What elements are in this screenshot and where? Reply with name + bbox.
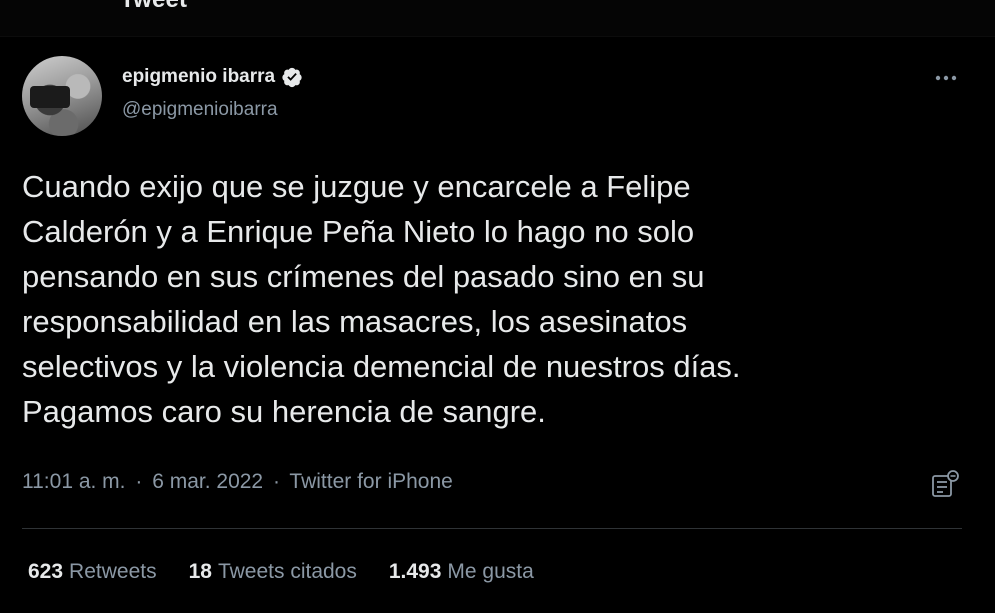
more-dots-icon[interactable] [931,68,961,88]
tweet-date[interactable]: 6 mar. 2022 [152,470,263,493]
engagement-stats: 623 Retweets 18 Tweets citados 1.493 Me gus… [28,560,566,584]
top-bar: Tweet [0,0,995,37]
tweet-time[interactable]: 11:01 a. m. [22,470,126,493]
quote-tweets-label: Tweets citados [217,560,357,583]
retweets-stat[interactable]: 623 Retweets [28,560,157,584]
divider [22,528,962,529]
analytics-icon[interactable] [929,468,961,500]
tweet-source[interactable]: Twitter for iPhone [289,470,452,493]
tweet-text: Cuando exijo que se juzgue y encarcele a… [22,169,741,429]
meta-separator: · [135,470,143,493]
avatar[interactable] [22,56,102,136]
likes-count: 1.493 [388,560,442,583]
quote-tweets-count: 18 [188,560,212,583]
likes-label: Me gusta [447,560,534,583]
likes-stat[interactable]: 1.493 Me gusta [389,560,534,584]
camera-icon [30,86,70,108]
retweets-count: 623 [28,560,64,583]
quote-tweets-stat[interactable]: 18 Tweets citados [189,560,357,584]
verified-badge-icon [281,66,303,88]
author-display-name[interactable]: epigmenio ibarra [122,66,275,88]
retweets-label: Retweets [69,560,157,583]
author-name-row[interactable]: epigmenio ibarra [122,66,303,88]
meta-separator: · [272,470,280,493]
page-title: Tweet [120,0,187,14]
author-handle[interactable]: @epigmenioibarra [122,99,278,121]
tweet-card: epigmenio ibarra @epigmenioibarra Cuando… [0,36,990,613]
tweet-metadata: 11:01 a. m. · 6 mar. 2022 · Twitter for … [22,470,457,494]
